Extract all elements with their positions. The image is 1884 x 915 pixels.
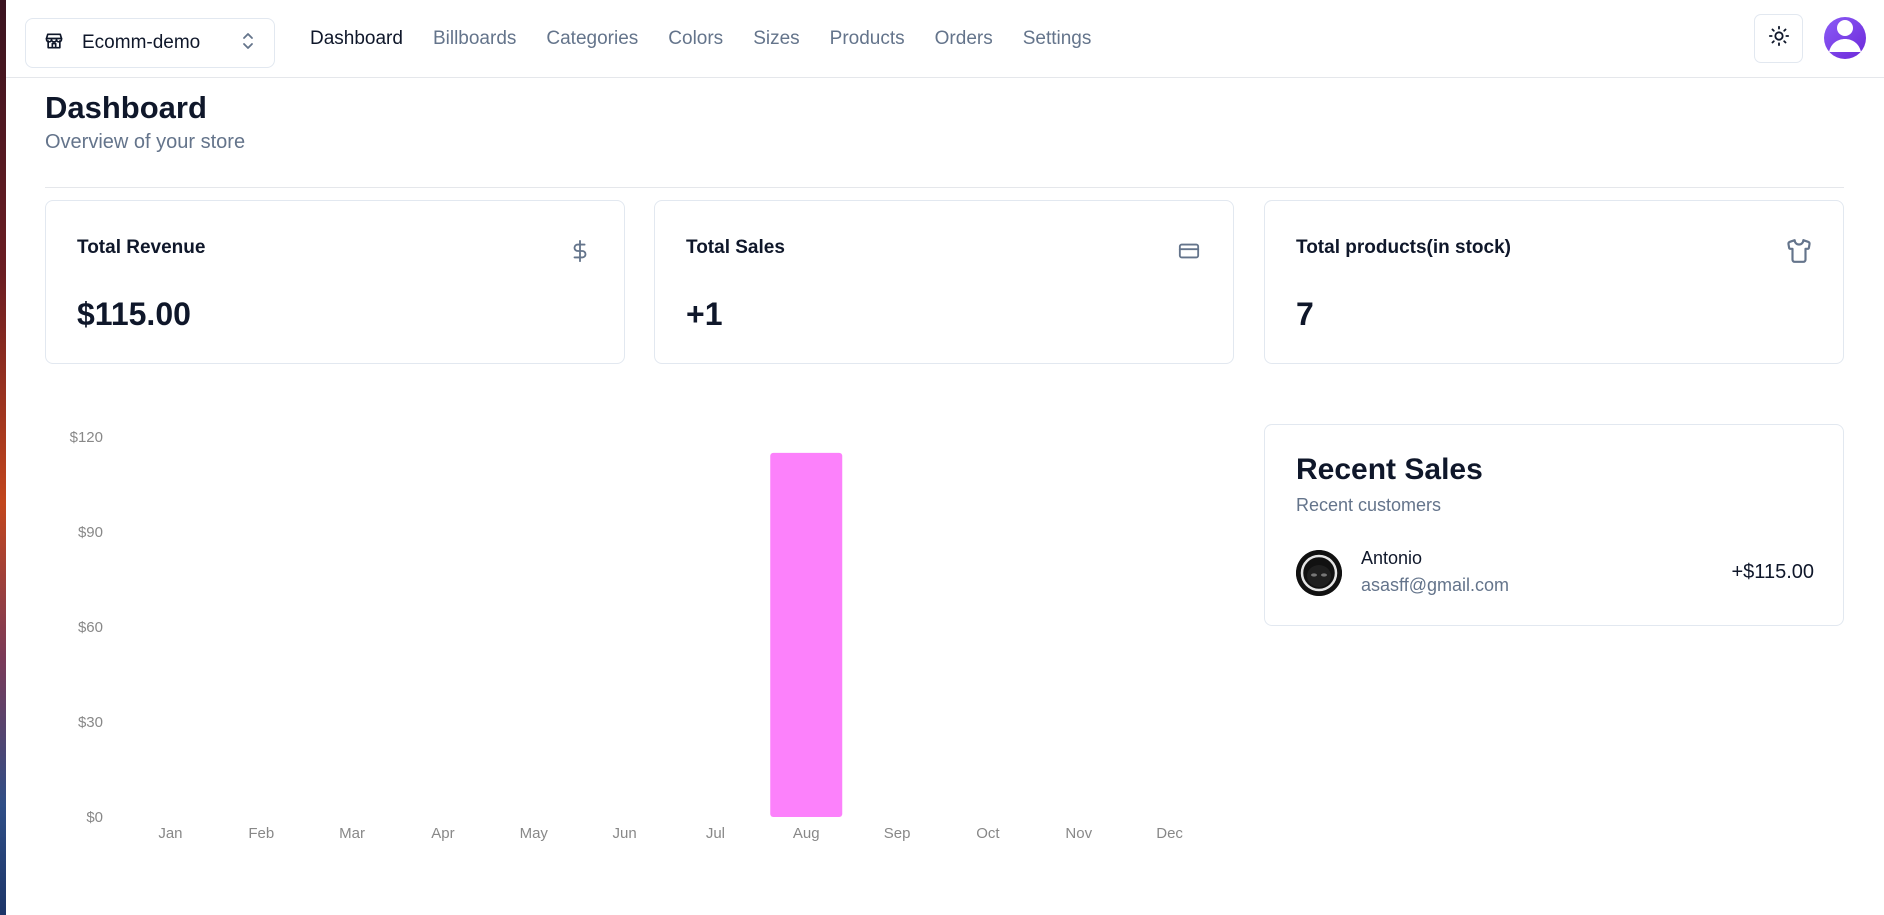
y-tick-label: $0 (86, 809, 103, 826)
total-sales-card: Total Sales +1 (654, 200, 1234, 364)
store-name: Ecomm-demo (82, 32, 201, 53)
x-tick-label: May (520, 825, 549, 842)
credit-card-icon (1175, 237, 1203, 265)
y-tick-label: $30 (78, 714, 103, 731)
card-value: 7 (1296, 296, 1314, 332)
recent-sales-subtitle: Recent customers (1296, 495, 1442, 515)
bar-aug (770, 452, 843, 817)
nav-dashboard[interactable]: Dashboard (310, 28, 403, 50)
card-value: $115.00 (77, 296, 191, 332)
sun-icon (1768, 25, 1790, 52)
y-tick-label: $60 (78, 619, 103, 636)
x-tick-label: Jul (706, 825, 725, 842)
nav-sizes[interactable]: Sizes (753, 28, 799, 50)
total-revenue-card: Total Revenue $115.00 (45, 200, 625, 364)
card-title: Total Sales (686, 237, 785, 258)
chevrons-up-down-icon (240, 31, 256, 56)
x-tick-label: Nov (1065, 825, 1092, 842)
sale-amount: +$115.00 (1731, 561, 1815, 583)
card-title: Total products(in stock) (1296, 237, 1511, 258)
card-value: +1 (686, 296, 723, 332)
customer-avatar (1296, 550, 1342, 596)
top-navbar: Ecomm-demo Dashboard Billboards Categori… (6, 0, 1884, 78)
main-nav: Dashboard Billboards Categories Colors S… (310, 0, 1121, 78)
dollar-sign-icon (566, 237, 594, 265)
y-tick-label: $120 (70, 429, 103, 446)
page-title: Dashboard (45, 90, 207, 125)
x-tick-label: Mar (339, 825, 365, 842)
theme-toggle-button[interactable] (1754, 14, 1803, 63)
x-tick-label: Jan (158, 825, 182, 842)
x-tick-label: Jun (612, 825, 636, 842)
list-item: Antonio asasff@gmail.com +$115.00 (1296, 548, 1814, 598)
card-title: Total Revenue (77, 237, 206, 258)
x-tick-label: Oct (976, 825, 1000, 842)
customer-name: Antonio (1361, 548, 1423, 568)
nav-colors[interactable]: Colors (668, 28, 723, 50)
total-products-card: Total products(in stock) 7 (1264, 200, 1844, 364)
store-icon (44, 31, 64, 56)
y-tick-label: $90 (78, 524, 103, 541)
x-tick-label: Feb (248, 825, 274, 842)
nav-orders[interactable]: Orders (935, 28, 993, 50)
user-avatar-button[interactable] (1824, 17, 1866, 59)
recent-sales-card: Recent Sales Recent customers Antonio as… (1264, 424, 1844, 626)
customer-email: asasff@gmail.com (1361, 575, 1509, 595)
overview-bar-chart: $0 $30 $60 $90 $120 Jan Feb Mar Apr May Jun Jul Aug S… (70, 429, 1184, 842)
nav-categories[interactable]: Categories (546, 28, 638, 50)
shirt-icon (1785, 237, 1813, 265)
page-subtitle: Overview of your store (45, 131, 246, 153)
x-tick-label: Dec (1156, 825, 1183, 842)
separator (45, 187, 1844, 188)
x-tick-label: Sep (884, 825, 911, 842)
store-switcher[interactable]: Ecomm-demo (25, 18, 275, 68)
nav-products[interactable]: Products (830, 28, 905, 50)
user-icon (1824, 17, 1866, 59)
nav-settings[interactable]: Settings (1023, 28, 1092, 50)
recent-sales-title: Recent Sales (1296, 453, 1483, 486)
nav-billboards[interactable]: Billboards (433, 28, 516, 50)
x-tick-label: Apr (431, 825, 454, 842)
x-tick-label: Aug (793, 825, 820, 842)
app-window: Ecomm-demo Dashboard Billboards Categori… (6, 0, 1884, 915)
